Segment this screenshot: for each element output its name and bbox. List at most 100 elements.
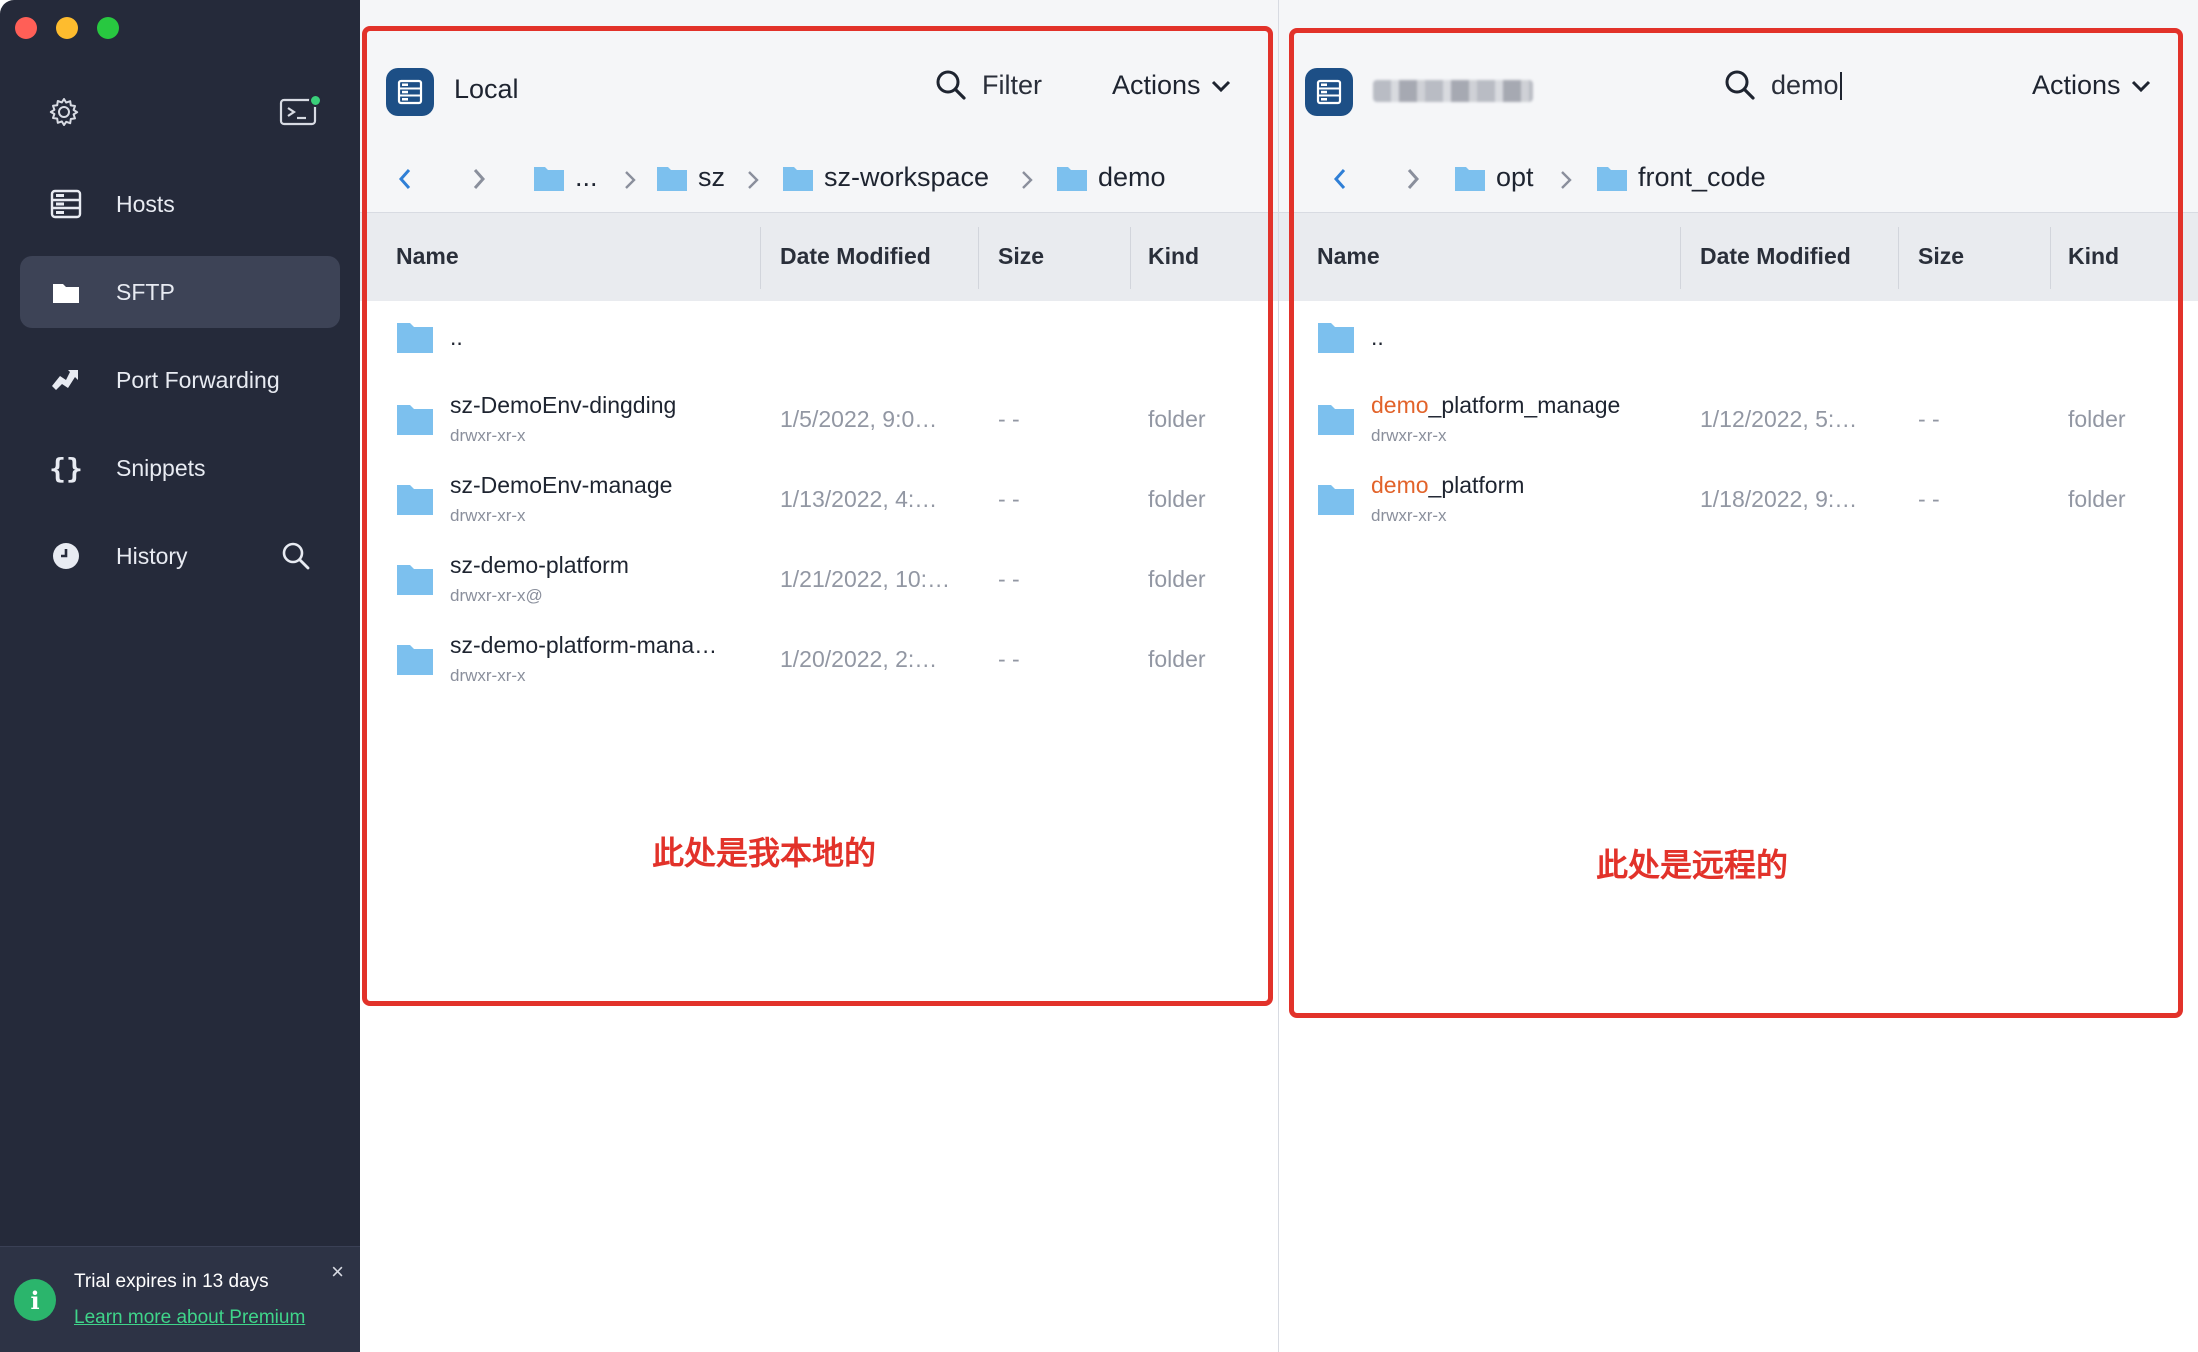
breadcrumb-item[interactable]: sz xyxy=(656,162,725,193)
sidebar-item-port-forwarding[interactable]: Port Forwarding xyxy=(20,344,340,416)
table-header: Name Date Modified Size Kind xyxy=(1279,212,2198,301)
column-divider[interactable] xyxy=(1680,227,1681,289)
sidebar: Hosts SFTP Port Forwarding {} Snippets H… xyxy=(0,0,360,1352)
column-divider[interactable] xyxy=(1898,227,1899,289)
trial-expiry-text: Trial expires in 13 days xyxy=(74,1271,269,1292)
search-match-highlight: demo xyxy=(1371,392,1429,418)
column-divider[interactable] xyxy=(2050,227,2051,289)
forward-arrow-icon[interactable] xyxy=(1398,164,1428,194)
local-actions-button[interactable]: Actions xyxy=(1112,70,1231,101)
file-kind: folder xyxy=(1148,486,1206,512)
sidebar-item-label: History xyxy=(116,542,188,569)
file-date: 1/18/2022, 9:… xyxy=(1700,486,1858,512)
column-header-size[interactable]: Size xyxy=(998,243,1044,270)
folder-icon xyxy=(397,485,433,515)
chevron-right-icon xyxy=(1017,168,1037,192)
file-name: demo_platform xyxy=(1371,472,1525,498)
settings-gear-icon[interactable] xyxy=(42,90,86,134)
breadcrumb-item[interactable]: demo xyxy=(1056,162,1166,193)
column-divider[interactable] xyxy=(1130,227,1131,289)
sidebar-item-hosts[interactable]: Hosts xyxy=(20,168,340,240)
filter-button[interactable]: Filter xyxy=(934,68,1042,102)
table-row[interactable]: demo_platform drwxr-xr-x 1/18/2022, 9:… … xyxy=(1279,464,2198,544)
back-arrow-icon[interactable] xyxy=(1325,164,1355,194)
remote-pane-header: demo Actions opt front_code xyxy=(1279,0,2198,212)
column-header-kind[interactable]: Kind xyxy=(2068,243,2119,270)
breadcrumb-item[interactable]: front_code xyxy=(1596,162,1766,193)
trial-banner: i Trial expires in 13 days Learn more ab… xyxy=(0,1246,360,1352)
hosts-icon xyxy=(48,186,84,222)
table-row[interactable]: sz-DemoEnv-manage drwxr-xr-x 1/13/2022, … xyxy=(360,464,1278,544)
chevron-right-icon xyxy=(1556,168,1576,192)
column-header-date-modified[interactable]: Date Modified xyxy=(1700,243,1851,270)
search-input-value[interactable]: demo xyxy=(1771,70,1839,100)
local-annotation-text: 此处是我本地的 xyxy=(652,834,877,872)
text-cursor xyxy=(1839,72,1842,101)
table-row[interactable]: .. xyxy=(360,302,1278,382)
column-header-size[interactable]: Size xyxy=(1918,243,1964,270)
remote-actions-button[interactable]: Actions xyxy=(2032,70,2151,101)
filter-label: Filter xyxy=(982,69,1042,100)
local-host-icon xyxy=(386,68,434,116)
column-header-date-modified[interactable]: Date Modified xyxy=(780,243,931,270)
table-header: Name Date Modified Size Kind xyxy=(360,212,1278,301)
chevron-right-icon xyxy=(743,168,763,192)
folder-icon xyxy=(397,405,433,435)
breadcrumb-item[interactable]: ... xyxy=(533,162,598,193)
sidebar-item-snippets[interactable]: {} Snippets xyxy=(20,432,340,504)
terminal-icon[interactable] xyxy=(276,90,322,134)
folder-icon xyxy=(1597,166,1627,191)
table-row[interactable]: sz-DemoEnv-dingding drwxr-xr-x 1/5/2022,… xyxy=(360,384,1278,464)
file-size: - - xyxy=(1918,486,1940,512)
local-pane-header: Local Filter Actions ... sz sz-workspace… xyxy=(360,0,1278,212)
table-row[interactable]: sz-demo-platform drwxr-xr-x@ 1/21/2022, … xyxy=(360,544,1278,624)
forward-arrow-icon[interactable] xyxy=(464,164,494,194)
file-date: 1/13/2022, 4:… xyxy=(780,486,938,512)
close-icon[interactable]: × xyxy=(331,1259,344,1285)
column-divider[interactable] xyxy=(978,227,979,289)
file-date: 1/20/2022, 2:… xyxy=(780,646,938,672)
column-header-name[interactable]: Name xyxy=(1317,243,1380,270)
chevron-down-icon xyxy=(2131,80,2150,92)
minimize-window-button[interactable] xyxy=(56,17,78,39)
file-kind: folder xyxy=(1148,646,1206,672)
file-size: - - xyxy=(998,646,1020,672)
search-match-highlight: demo xyxy=(1371,472,1429,498)
file-date: 1/21/2022, 10:… xyxy=(780,566,951,592)
chevron-down-icon xyxy=(1211,80,1230,92)
folder-icon xyxy=(397,645,433,675)
column-divider[interactable] xyxy=(760,227,761,289)
search-icon xyxy=(936,70,966,100)
history-search-icon[interactable] xyxy=(278,538,314,574)
learn-more-premium-link[interactable]: Learn more about Premium xyxy=(74,1307,305,1329)
breadcrumb-item[interactable]: sz-workspace xyxy=(782,162,989,193)
file-name: sz-demo-platform-mana… xyxy=(450,632,718,658)
sidebar-item-history[interactable]: History xyxy=(20,520,340,592)
file-size: - - xyxy=(998,406,1020,432)
file-permissions: drwxr-xr-x xyxy=(450,506,526,525)
sidebar-item-sftp[interactable]: SFTP xyxy=(20,256,340,328)
close-window-button[interactable] xyxy=(15,17,37,39)
actions-label: Actions xyxy=(1112,70,1201,100)
breadcrumb-item[interactable]: opt xyxy=(1454,162,1534,193)
table-row[interactable]: sz-demo-platform-mana… drwxr-xr-x 1/20/2… xyxy=(360,624,1278,704)
breadcrumb: opt front_code xyxy=(1279,154,2198,204)
file-date: 1/12/2022, 5:… xyxy=(1700,406,1858,432)
table-row[interactable]: .. xyxy=(1279,302,2198,382)
folder-icon xyxy=(1455,166,1485,191)
local-host-name[interactable]: Local xyxy=(454,74,519,105)
search-field[interactable]: demo xyxy=(1723,68,1842,102)
file-permissions: drwxr-xr-x@ xyxy=(450,586,543,605)
zoom-window-button[interactable] xyxy=(97,17,119,39)
column-header-name[interactable]: Name xyxy=(396,243,459,270)
folder-icon xyxy=(48,274,84,310)
table-row[interactable]: demo_platform_manage drwxr-xr-x 1/12/202… xyxy=(1279,384,2198,464)
file-kind: folder xyxy=(1148,406,1206,432)
back-arrow-icon[interactable] xyxy=(390,164,420,194)
chevron-right-icon xyxy=(620,168,640,192)
remote-annotation-text: 此处是远程的 xyxy=(1596,846,1789,884)
remote-host-name-redacted[interactable] xyxy=(1373,80,1533,102)
file-kind: folder xyxy=(2068,486,2126,512)
sidebar-item-label: Port Forwarding xyxy=(116,366,280,393)
column-header-kind[interactable]: Kind xyxy=(1148,243,1199,270)
